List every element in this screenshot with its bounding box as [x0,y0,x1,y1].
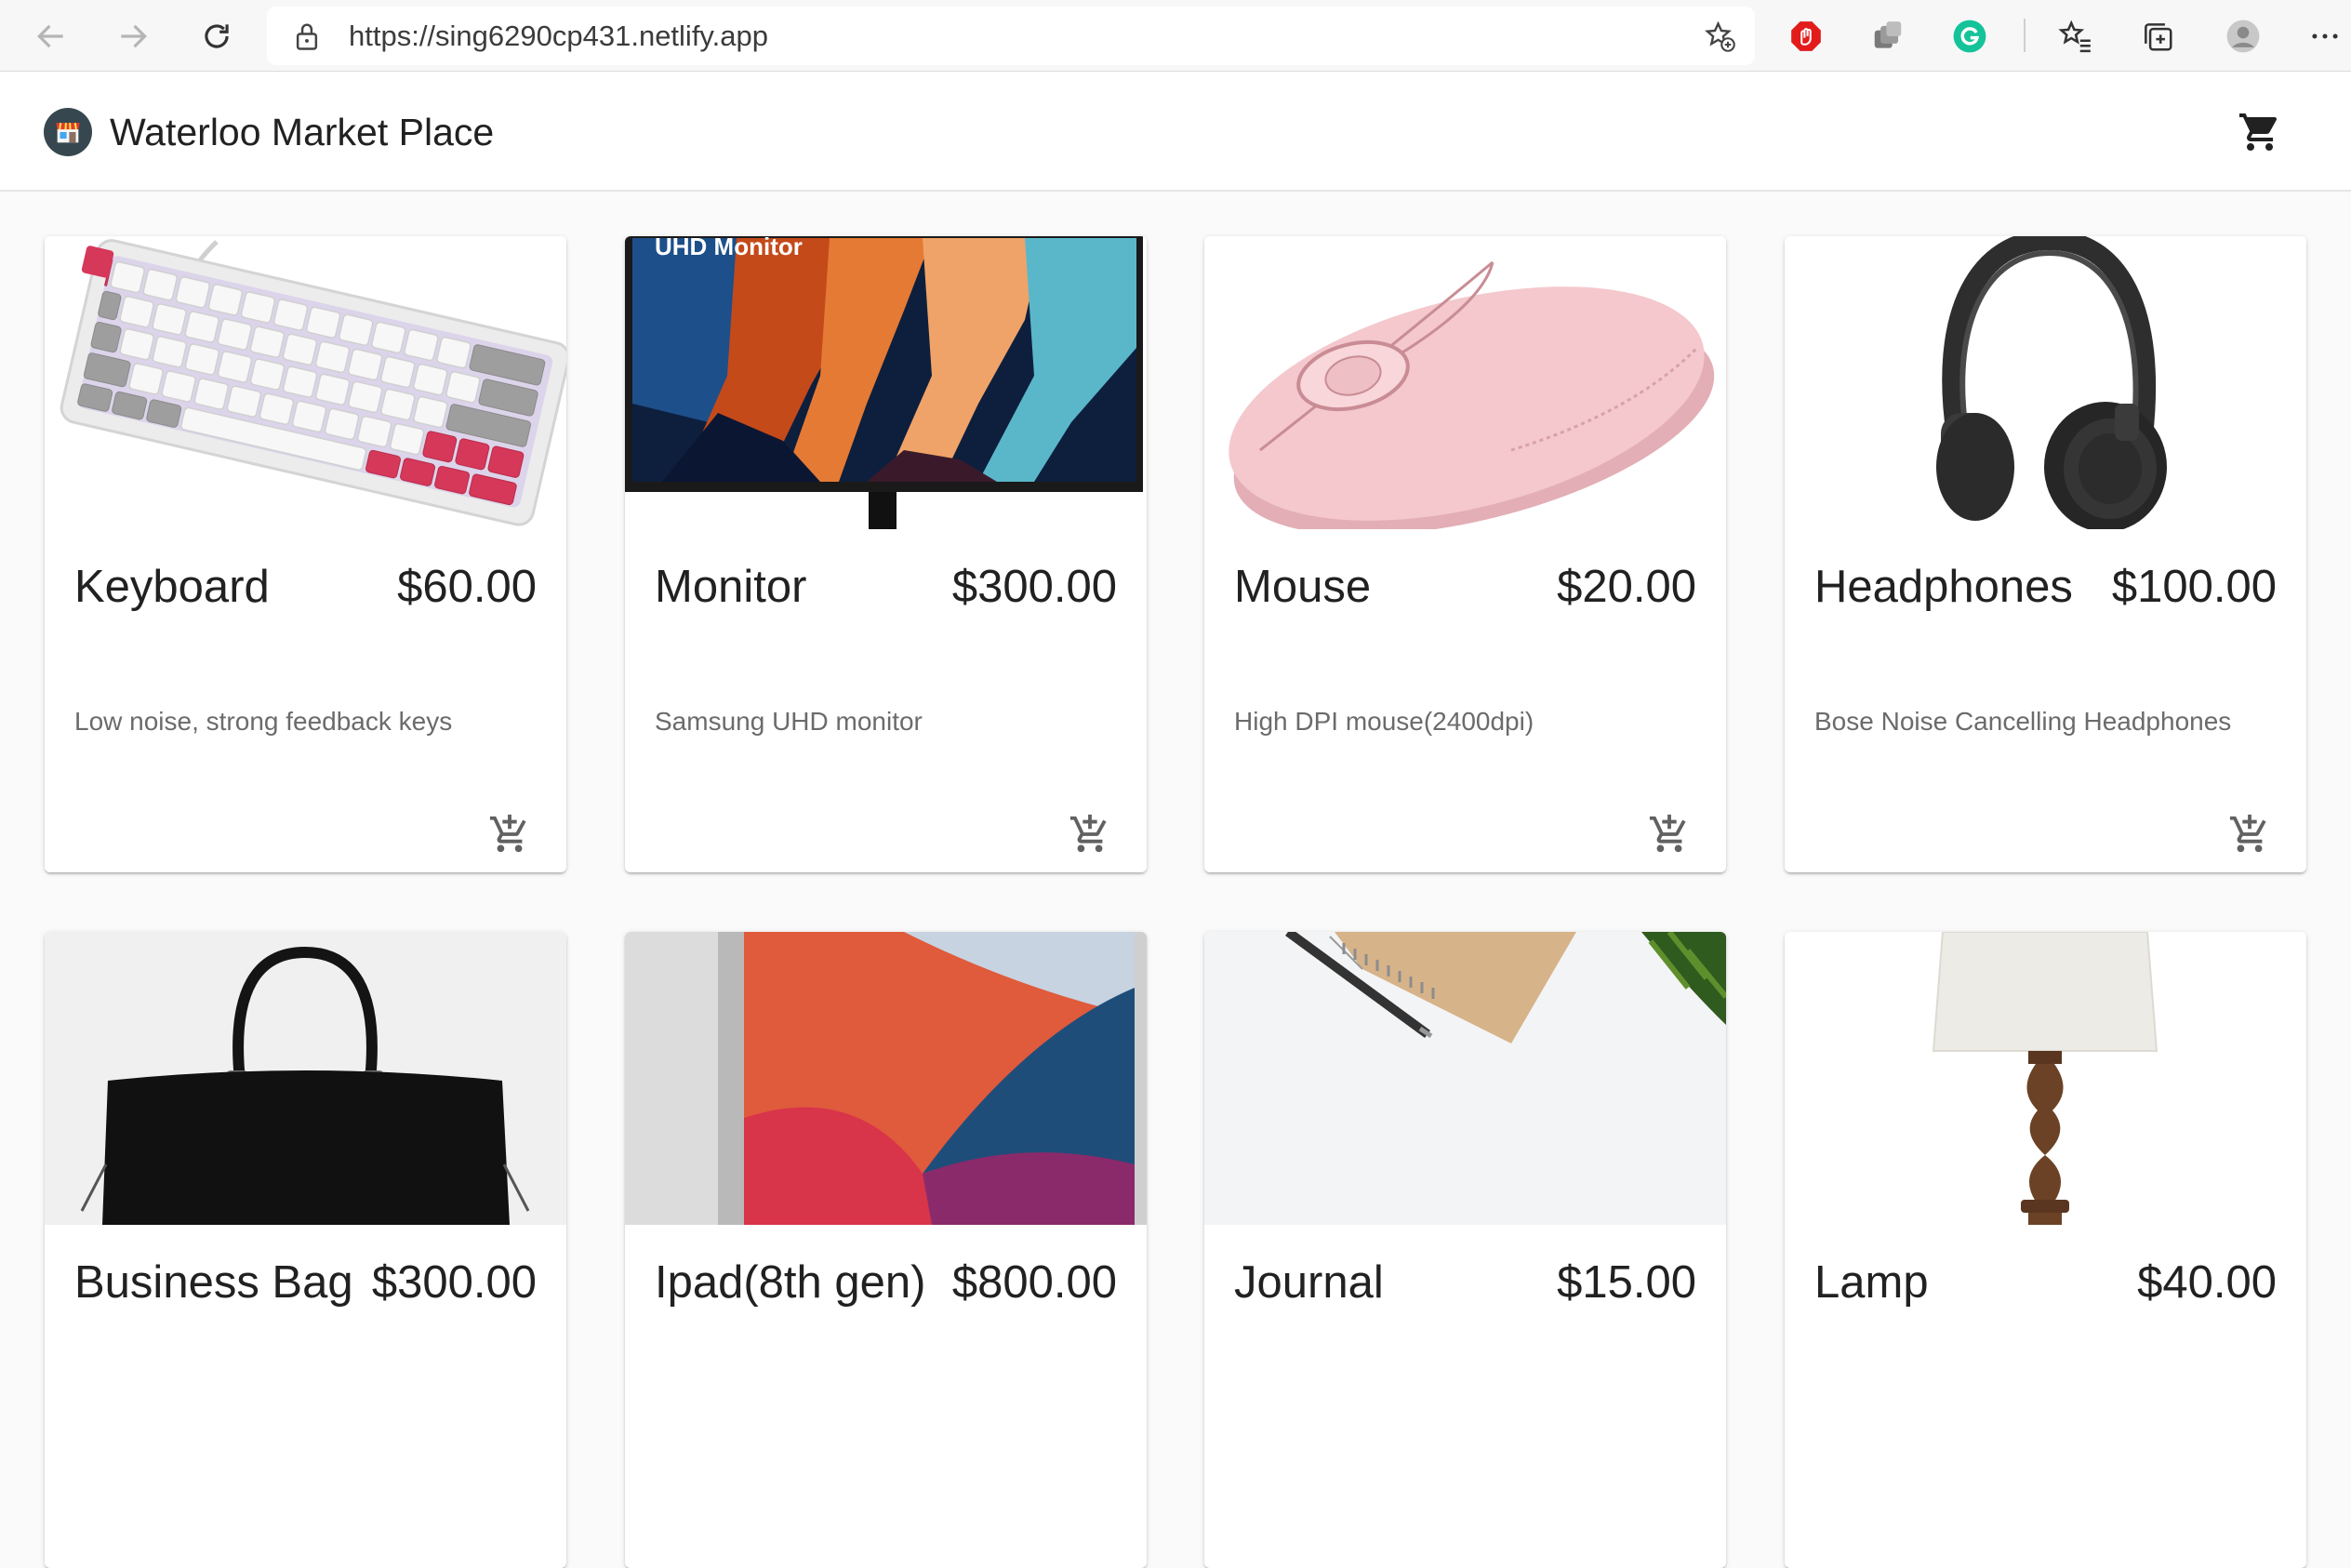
product-description: Samsung UHD monitor [655,707,923,736]
monitor-image: UHD Monitor [625,236,1147,529]
headphones-image [1785,236,2306,529]
product-price: $100.00 [2111,562,2277,612]
product-card-monitor: UHD Monitor Monitor $300.00 Samsung UHD … [625,236,1147,872]
back-icon [37,24,63,48]
more-icon [2312,33,2338,39]
shopping-cart-button[interactable] [2232,104,2288,160]
lamp-image [1785,932,2306,1225]
add-to-cart-button[interactable] [1065,809,1115,859]
product-description: Low noise, strong feedback keys [74,707,453,736]
extension-icon [1874,21,1902,48]
favorites-icon [2058,20,2091,53]
store-logo [44,108,92,156]
grammarly-button[interactable] [1946,13,1993,60]
product-grid: Keyboard $60.00 Low noise, strong feedba… [0,192,2351,1568]
grammarly-icon [1953,20,1986,53]
store-icon [56,122,80,143]
profile-avatar [2226,20,2260,53]
collections-icon [2145,23,2172,51]
forward-icon [121,24,147,48]
add-shopping-cart-icon [1069,814,1107,853]
app-title: Waterloo Market Place [110,111,495,153]
product-card-ipad: Ipad(8th gen) $800.00 [625,932,1147,1568]
app-header: Waterloo Market Place [0,73,2351,192]
add-favorite-icon[interactable] [1703,20,1736,53]
product-card-mouse: Mouse $20.00 High DPI mouse(2400dpi) [1204,236,1726,872]
product-title: Lamp [1814,1257,1929,1308]
extension-button[interactable] [1865,13,1911,60]
product-title: Ipad(8th gen) [655,1257,926,1308]
product-card-lamp: Lamp $40.00 [1785,932,2306,1568]
product-card-keyboard: Keyboard $60.00 Low noise, strong feedba… [45,236,566,872]
product-description: Bose Noise Cancelling Headphones [1814,707,2232,736]
more-menu-button[interactable] [2302,13,2348,60]
product-title: Journal [1234,1257,1384,1308]
product-price: $15.00 [1557,1257,1696,1308]
refresh-icon [205,24,229,48]
collections-button[interactable] [2134,13,2181,60]
product-price: $300.00 [951,562,1117,612]
refresh-button[interactable] [190,9,244,63]
add-to-cart-button[interactable] [2225,809,2275,859]
journal-image [1204,932,1726,1225]
product-title: Mouse [1234,562,1372,612]
forward-button[interactable] [106,9,160,63]
product-price: $800.00 [951,1257,1117,1308]
ipad-image [625,932,1147,1225]
product-price: $20.00 [1557,562,1696,612]
mouse-image [1204,236,1726,529]
lock-icon [296,23,318,50]
keyboard-image [45,236,566,529]
add-shopping-cart-icon [1649,814,1686,853]
add-to-cart-button[interactable] [1644,809,1694,859]
product-title: Headphones [1814,562,2073,612]
product-card-journal: Journal $15.00 [1204,932,1726,1568]
product-card-headphones: Headphones $100.00 Bose Noise Cancelling… [1785,236,2306,872]
browser-toolbar: https://sing6290cp431.netlify.app [0,0,2351,72]
add-shopping-cart-icon [489,814,526,853]
adblock-extension-button[interactable] [1783,13,1829,60]
product-price: $300.00 [371,1257,537,1308]
product-title: Keyboard [74,562,270,612]
add-to-cart-button[interactable] [485,809,535,859]
product-price: $60.00 [397,562,537,612]
favorites-button[interactable] [2052,13,2099,60]
product-description: High DPI mouse(2400dpi) [1234,707,1534,736]
adblock-extension-icon [1791,21,1821,51]
shopping-cart-icon [2239,113,2278,151]
product-title: Monitor [655,562,807,612]
product-card-business-bag: Business Bag $300.00 [45,932,566,1568]
product-title: Business Bag [74,1257,353,1308]
profile-button[interactable] [2220,13,2266,60]
monitor-image-caption: UHD Monitor [655,236,803,260]
bag-image [45,932,566,1225]
toolbar-separator [2024,19,2026,52]
back-button[interactable] [24,9,78,63]
url-text: https://sing6290cp431.netlify.app [349,20,768,52]
add-shopping-cart-icon [2229,814,2266,853]
address-bar[interactable]: https://sing6290cp431.netlify.app [267,7,1755,65]
product-price: $40.00 [2137,1257,2277,1308]
